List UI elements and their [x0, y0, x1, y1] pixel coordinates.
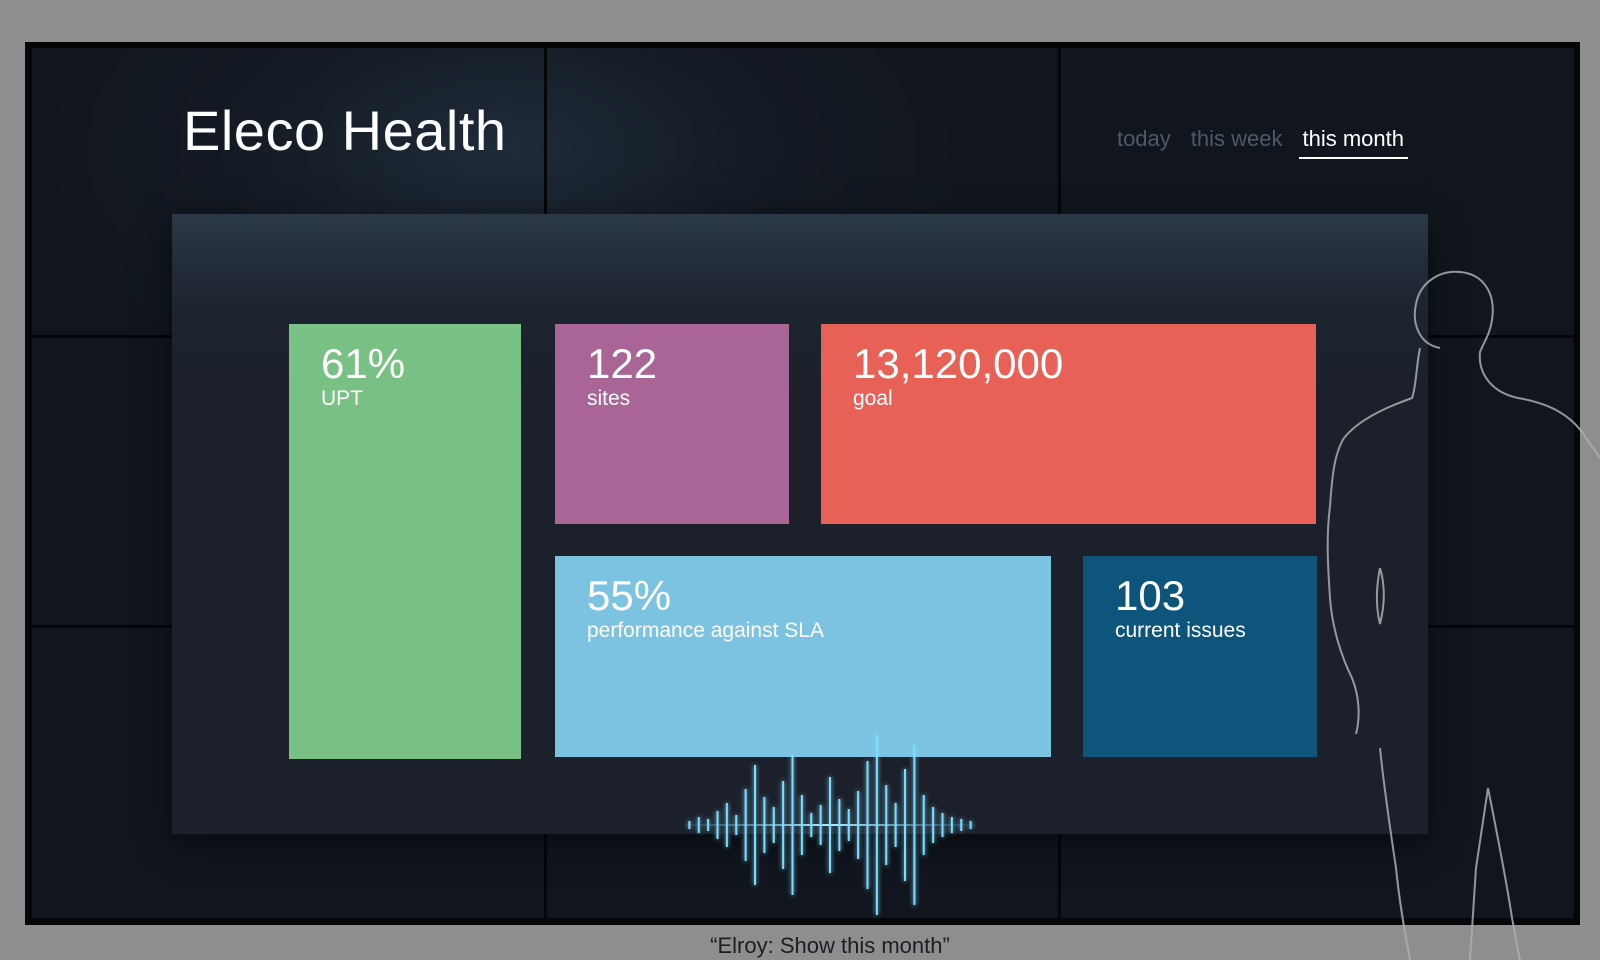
tab-this-month[interactable]: this month	[1298, 126, 1408, 159]
tile-value: 122	[587, 340, 658, 387]
tile-label: sites	[587, 387, 631, 410]
tile-sites[interactable]: 122 sites	[555, 324, 789, 524]
tile-value: 55%	[587, 572, 672, 619]
tile-label: UPT	[321, 387, 363, 410]
tile-label: performance against SLA	[587, 619, 824, 642]
voice-waveform-icon	[680, 735, 980, 915]
time-range-tabs: today this week this month	[1113, 126, 1408, 159]
tile-label: goal	[853, 387, 893, 410]
tab-today[interactable]: today	[1113, 126, 1175, 159]
tile-sla-performance[interactable]: 55% performance against SLA	[555, 556, 1051, 757]
app-title: Eleco Health	[183, 99, 507, 162]
voice-command-caption: “Elroy: Show this month”	[710, 933, 950, 958]
tile-value: 103	[1115, 572, 1186, 619]
tile-value: 61%	[321, 340, 406, 387]
tile-upt[interactable]: 61% UPT	[289, 324, 521, 759]
person-silhouette-icon	[1326, 270, 1600, 960]
tab-this-week[interactable]: this week	[1187, 126, 1287, 159]
tile-goal[interactable]: 13,120,000 goal	[821, 324, 1316, 524]
tile-current-issues[interactable]: 103 current issues	[1083, 556, 1317, 757]
tile-value: 13,120,000	[853, 340, 1064, 387]
tile-label: current issues	[1115, 619, 1246, 642]
